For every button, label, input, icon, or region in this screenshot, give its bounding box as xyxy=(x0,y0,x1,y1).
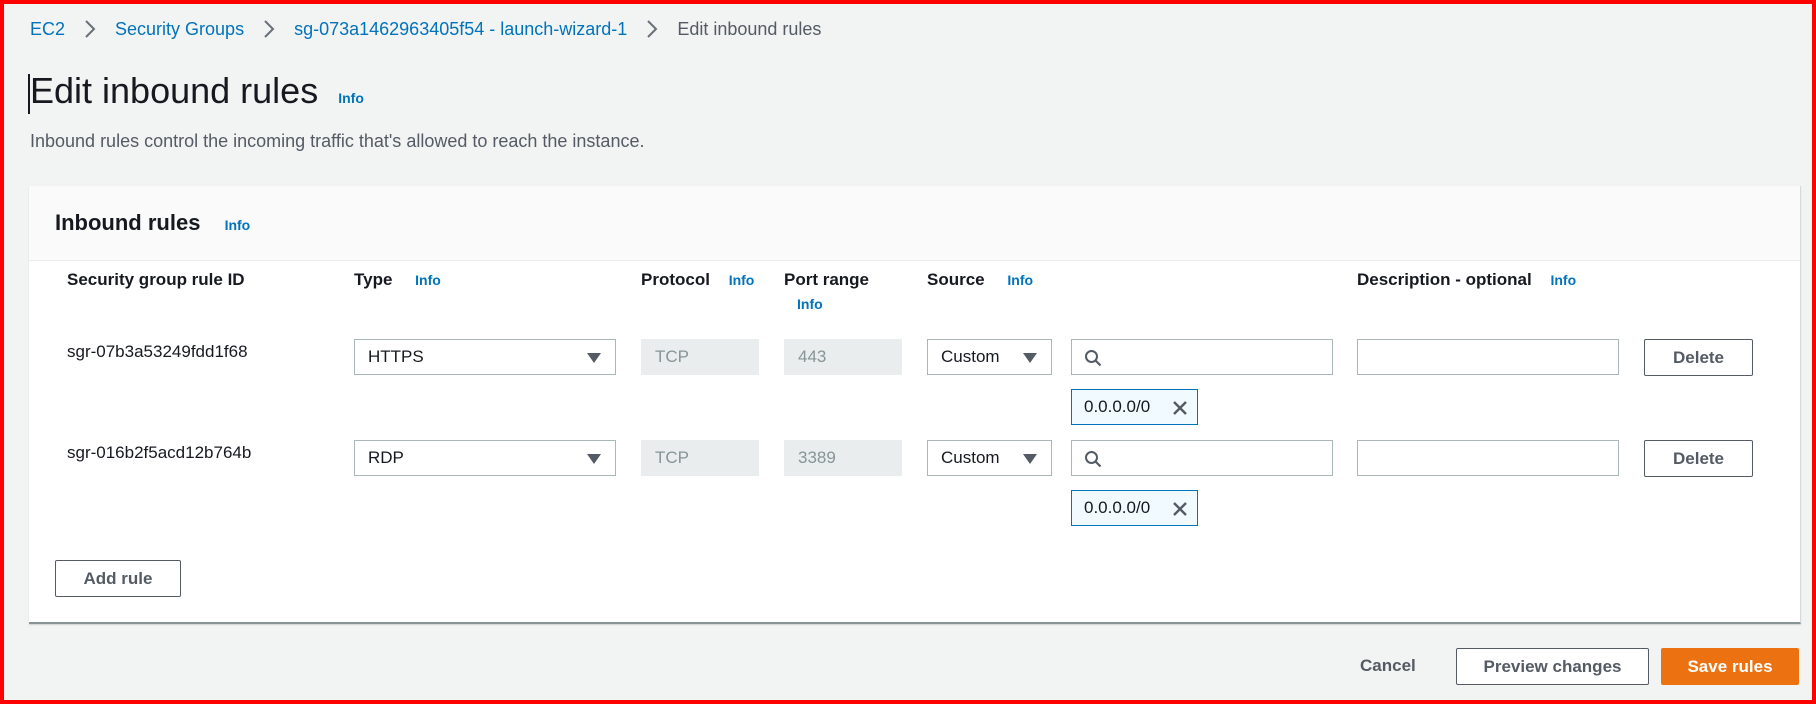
col-header-description-label: Description - optional xyxy=(1357,270,1532,289)
col-header-type-label: Type xyxy=(354,270,393,289)
source-token: 0.0.0.0/0 xyxy=(1071,490,1198,526)
col-header-type: Type Info xyxy=(354,270,441,290)
description-input[interactable] xyxy=(1357,339,1619,375)
search-icon xyxy=(1085,451,1102,468)
col-header-source-label: Source xyxy=(927,270,985,289)
type-info-link[interactable]: Info xyxy=(415,272,441,288)
source-info-link[interactable]: Info xyxy=(1007,272,1033,288)
inbound-rules-panel: Inbound rules Info Security group rule I… xyxy=(29,186,1801,624)
cancel-button[interactable]: Cancel xyxy=(1360,656,1416,676)
search-icon xyxy=(1085,350,1102,367)
col-header-rule-id: Security group rule ID xyxy=(67,270,245,289)
source-type-select[interactable]: Custom xyxy=(927,440,1052,476)
col-header-port-range: Port range xyxy=(784,270,870,289)
description-input[interactable] xyxy=(1357,440,1619,476)
source-token-value: 0.0.0.0/0 xyxy=(1084,498,1151,517)
caret-down-icon xyxy=(1023,454,1037,464)
col-header-source: Source Info xyxy=(927,270,1033,290)
col-header-protocol: Protocol Info xyxy=(641,270,754,290)
breadcrumb-security-group[interactable]: sg-073a1462963405f54 - launch-wizard-1 xyxy=(294,19,627,40)
col-header-description: Description - optional Info xyxy=(1357,270,1576,290)
type-select-value: RDP xyxy=(368,448,404,467)
breadcrumb-current: Edit inbound rules xyxy=(677,18,822,39)
description-info-link[interactable]: Info xyxy=(1550,272,1576,288)
chevron-right-icon xyxy=(79,18,101,40)
chevron-right-icon xyxy=(258,18,280,40)
source-search-input[interactable] xyxy=(1071,339,1333,375)
source-type-value: Custom xyxy=(941,347,1000,366)
chevron-right-icon xyxy=(641,18,663,40)
add-rule-button[interactable]: Add rule xyxy=(55,560,181,597)
panel-header xyxy=(29,186,1800,261)
port-range-info-link[interactable]: Info xyxy=(797,296,823,312)
protocol-field: TCP xyxy=(641,339,759,375)
col-header-protocol-label: Protocol xyxy=(641,270,710,289)
protocol-field: TCP xyxy=(641,440,759,476)
page-subtitle: Inbound rules control the incoming traff… xyxy=(30,131,645,151)
delete-button[interactable]: Delete xyxy=(1644,339,1753,376)
page-info-link[interactable]: Info xyxy=(338,90,364,106)
caret-down-icon xyxy=(1023,353,1037,363)
page-title-text: Edit inbound rules xyxy=(30,70,319,111)
source-token: 0.0.0.0/0 xyxy=(1071,389,1198,425)
caret-down-icon xyxy=(587,454,601,464)
close-icon[interactable] xyxy=(1171,399,1189,417)
type-select-value: HTTPS xyxy=(368,347,424,366)
port-range-field: 443 xyxy=(784,339,902,375)
caret-down-icon xyxy=(587,353,601,363)
panel-title: Inbound rules Info xyxy=(55,210,250,236)
save-rules-button[interactable]: Save rules xyxy=(1661,648,1799,685)
rule-id: sgr-07b3a53249fdd1f68 xyxy=(67,342,248,361)
source-search-input[interactable] xyxy=(1071,440,1333,476)
panel-info-link[interactable]: Info xyxy=(225,217,251,233)
breadcrumb-security-groups[interactable]: Security Groups xyxy=(115,19,244,40)
rule-id: sgr-016b2f5acd12b764b xyxy=(67,443,252,462)
delete-button[interactable]: Delete xyxy=(1644,440,1753,477)
port-range-field: 3389 xyxy=(784,440,902,476)
breadcrumb-ec2[interactable]: EC2 xyxy=(30,19,65,40)
page-title: Edit inbound rules Info xyxy=(30,70,364,112)
close-icon[interactable] xyxy=(1171,500,1189,518)
source-type-select[interactable]: Custom xyxy=(927,339,1052,375)
type-select[interactable]: RDP xyxy=(354,440,616,476)
source-type-value: Custom xyxy=(941,448,1000,467)
panel-title-text: Inbound rules xyxy=(55,210,201,235)
type-select[interactable]: HTTPS xyxy=(354,339,616,375)
breadcrumb: EC2 Security Groups sg-073a1462963405f54… xyxy=(30,18,821,40)
protocol-info-link[interactable]: Info xyxy=(729,272,755,288)
preview-changes-button[interactable]: Preview changes xyxy=(1456,648,1649,685)
source-token-value: 0.0.0.0/0 xyxy=(1084,397,1151,416)
